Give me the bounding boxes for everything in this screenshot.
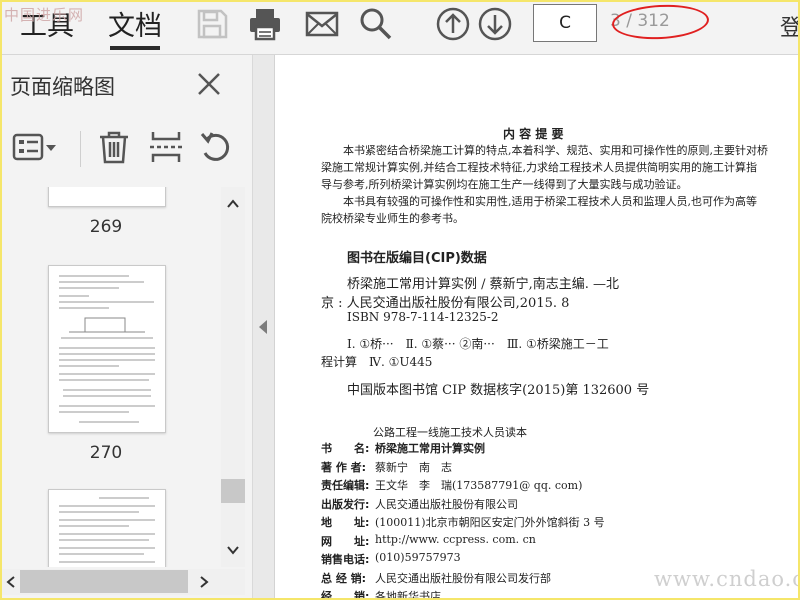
site-watermark: 中国进乐网	[4, 6, 85, 24]
info-value: http://www. ccpress. com. cn	[375, 532, 536, 546]
chevron-right-icon[interactable]	[197, 575, 211, 589]
cip-line: Ⅰ. ①桥··· Ⅱ. ①蔡··· ②南··· Ⅲ. ①桥梁施工－工	[347, 337, 609, 351]
series-title: 公路工程一线施工技术人员读本	[373, 426, 527, 439]
info-label: 著 作 者:	[321, 460, 367, 474]
info-value: 各地新华书店	[375, 590, 441, 600]
cip-line: 桥梁施工常用计算实例 / 蔡新宁,南志主编. —北	[347, 277, 620, 292]
info-value: 蔡新宁 南 志	[375, 460, 452, 474]
tab-document[interactable]: 文档	[108, 4, 162, 43]
thumbnail-list: 269 270	[2, 187, 220, 567]
thumbnail-label: 270	[89, 443, 123, 463]
info-label: 书 名:	[321, 442, 370, 455]
toolbar: 工具 文档 中国进乐网 C 3 / 312 登	[2, 2, 798, 55]
toolbar-divider	[80, 131, 81, 167]
summary-title: 内 容 提 要	[503, 127, 564, 141]
summary-line: 本书紧密结合桥梁施工计算的特点,本着科学、规范、实用和可操作性的原则,主要针对桥	[343, 144, 768, 157]
arrow-down-icon[interactable]	[477, 6, 513, 42]
mail-icon[interactable]	[304, 6, 340, 42]
chevron-left-icon[interactable]	[4, 575, 18, 589]
thumbnail-horizontal-scrollbar[interactable]	[2, 569, 245, 595]
close-icon[interactable]	[194, 69, 224, 99]
vertical-scroll-thumb[interactable]	[221, 479, 245, 503]
document-page: 内 容 提 要 本书紧密结合桥梁施工计算的特点,本着科学、规范、实用和可操作性的…	[274, 55, 798, 600]
info-label: 经 销:	[321, 590, 370, 600]
thumbnail-vertical-scrollbar[interactable]	[221, 187, 245, 567]
info-label: 总 经 销:	[321, 571, 367, 585]
search-icon[interactable]	[358, 6, 394, 42]
info-label: 网 址:	[321, 534, 370, 548]
extract-page-icon[interactable]	[148, 129, 184, 165]
info-label: 责任编辑:	[321, 479, 370, 492]
collapse-sidebar-icon[interactable]	[259, 320, 267, 334]
sign-in-link[interactable]: 登	[780, 10, 798, 42]
trash-icon[interactable]	[96, 129, 132, 165]
info-label: 销售电话:	[321, 553, 370, 566]
chevron-down-icon[interactable]	[226, 543, 240, 557]
print-icon[interactable]	[247, 6, 283, 42]
highlight-ellipse	[611, 2, 710, 42]
cip-heading: 图书在版编目(CIP)数据	[347, 251, 487, 266]
site-watermark-bottom: www.cndao.com	[654, 567, 798, 591]
info-value: 人民交通出版社股份有限公司	[375, 497, 518, 511]
arrow-up-icon[interactable]	[435, 6, 471, 42]
thumbnail-options-icon[interactable]	[12, 129, 58, 165]
horizontal-scroll-thumb[interactable]	[20, 570, 188, 593]
thumbnail-sidebar: 页面缩略图 269 270	[2, 55, 253, 598]
summary-line: 导与参考,所列桥梁计算实例均在施工生产一线得到了大量实践与成功验证。	[321, 178, 688, 191]
info-value: (100011)北京市朝阳区安定门外外馆斜街 3 号	[375, 516, 605, 529]
page-thumbnail-271[interactable]	[48, 489, 166, 567]
chevron-up-icon[interactable]	[226, 197, 240, 211]
page-thumbnail-270[interactable]	[48, 265, 166, 433]
info-value: 桥梁施工常用计算实例	[375, 442, 485, 455]
info-value: 人民交通出版社股份有限公司发行部	[375, 571, 551, 585]
thumbnail-preview-271	[59, 497, 155, 563]
summary-line: 梁施工常规计算实例,并结合工程技术特征,力求给工程技术人员提供简明实用的施工计算…	[321, 161, 757, 174]
cip-line: 京 : 人民交通出版社股份有限公司,2015. 8	[321, 296, 570, 311]
active-tab-indicator	[110, 46, 160, 50]
info-label: 地 址:	[321, 516, 370, 529]
info-value: (010)59757973	[375, 551, 461, 564]
cip-line: ISBN 978-7-114-12325-2	[347, 310, 499, 324]
rotate-icon[interactable]	[198, 129, 234, 165]
thumbnail-preview-270	[59, 275, 155, 423]
app-window: 工具 文档 中国进乐网 C 3 / 312 登 页面缩略图 269 270 内 …	[0, 0, 800, 600]
cip-line: 程计算 Ⅳ. ①U445	[321, 355, 433, 369]
info-value: 王文华 李 瑞(173587791@ qq. com)	[375, 479, 583, 492]
page-thumbnail-269[interactable]	[48, 187, 166, 207]
info-label: 出版发行:	[321, 497, 370, 511]
sidebar-title: 页面缩略图	[10, 75, 115, 99]
page-number-input[interactable]: C	[533, 4, 597, 42]
cip-line: 中国版本图书馆 CIP 数据核字(2015)第 132600 号	[347, 383, 650, 398]
save-icon[interactable]	[194, 6, 230, 42]
summary-line: 本书具有较强的可操作性和实用性,适用于桥梁工程技术人员和监理人员,也可作为高等	[343, 195, 757, 208]
summary-line: 院校桥梁专业师生的参考书。	[321, 212, 464, 225]
thumbnail-label: 269	[89, 217, 123, 237]
